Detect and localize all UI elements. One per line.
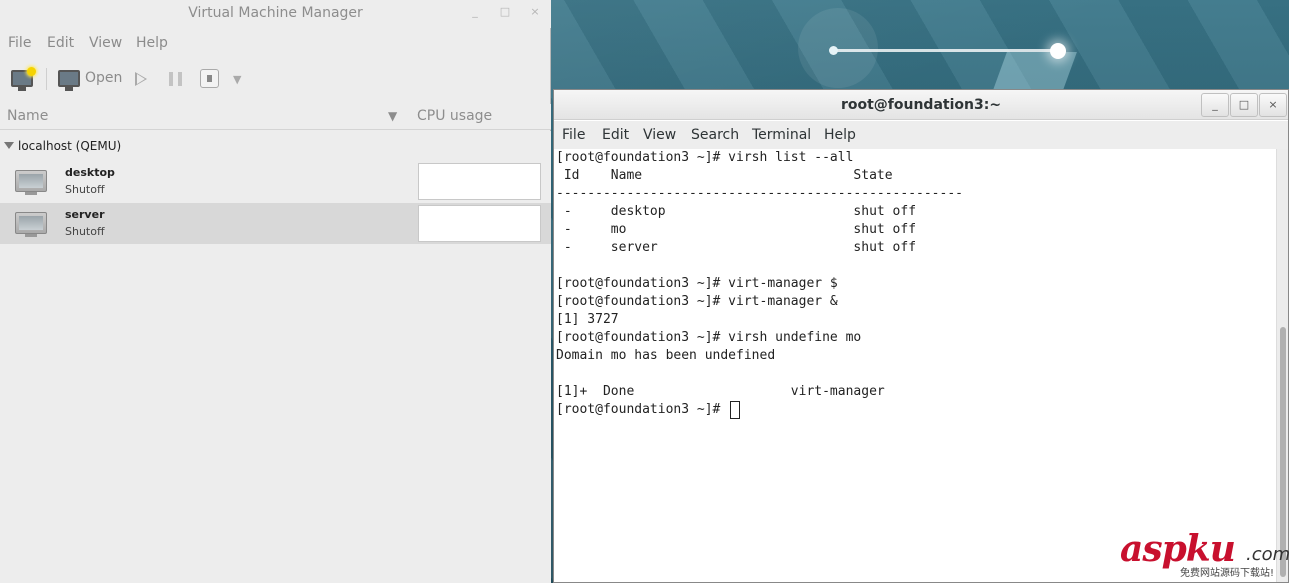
cpu-usage-graph <box>418 163 541 200</box>
vm-list: localhost (QEMU) desktop Shutoff server … <box>0 131 551 583</box>
terminal-line: - desktop shut off <box>556 204 917 219</box>
vm-monitor-icon <box>15 170 47 195</box>
vm-state: Shutoff <box>65 183 105 196</box>
menu-file[interactable]: File <box>8 35 31 51</box>
wallpaper-decoration <box>829 46 838 55</box>
minimize-button[interactable]: _ <box>467 5 483 18</box>
vm-state: Shutoff <box>65 225 105 238</box>
open-label: Open <box>85 70 123 86</box>
terminal-titlebar[interactable]: root@foundation3:~ _ □ × <box>554 90 1288 120</box>
terminal-line: - server shut off <box>556 240 917 255</box>
toolbar-separator <box>46 68 47 90</box>
connection-group[interactable]: localhost (QEMU) <box>0 135 551 157</box>
menu-view[interactable]: View <box>643 127 676 143</box>
vm-row-desktop[interactable]: desktop Shutoff <box>0 161 551 202</box>
chevron-down-icon[interactable]: ▼ <box>233 73 241 86</box>
expander-icon[interactable] <box>4 142 14 149</box>
monitor-icon <box>58 70 80 91</box>
wallpaper-decoration <box>798 8 878 88</box>
vm-name: desktop <box>65 166 115 179</box>
vmm-titlebar[interactable]: Virtual Machine Manager _ □ × <box>0 0 551 28</box>
terminal-line: Domain mo has been undefined <box>556 348 776 363</box>
column-cpu-usage[interactable]: CPU usage <box>417 108 492 124</box>
terminal-line: ----------------------------------------… <box>556 186 963 201</box>
terminal-output[interactable]: [root@foundation3 ~]# virsh list --all I… <box>554 149 1276 582</box>
vm-name: server <box>65 208 105 221</box>
pause-button[interactable] <box>169 72 182 86</box>
terminal-title: root@foundation3:~ <box>840 97 1002 113</box>
shutdown-button[interactable] <box>200 69 219 88</box>
watermark-suffix: .com <box>1246 544 1289 565</box>
terminal-scrollbar[interactable] <box>1276 149 1288 582</box>
terminal-menubar: File Edit View Search Terminal Help <box>554 121 1288 149</box>
column-name[interactable]: Name <box>7 108 48 124</box>
menu-view[interactable]: View <box>89 35 122 51</box>
vmm-window: Virtual Machine Manager _ □ × File Edit … <box>0 0 551 583</box>
wallpaper-decoration <box>1050 43 1066 59</box>
terminal-cursor <box>730 401 741 419</box>
watermark-subtitle: 免费网站源码下载站! <box>1180 568 1275 579</box>
wallpaper-decoration <box>993 52 1077 90</box>
terminal-prompt: [root@foundation3 ~]# <box>556 402 729 417</box>
star-icon <box>27 67 36 76</box>
menu-terminal[interactable]: Terminal <box>752 127 811 143</box>
close-button[interactable]: × <box>527 5 543 18</box>
terminal-line: Id Name State <box>556 168 893 183</box>
menu-search[interactable]: Search <box>691 127 739 143</box>
watermark-logo: aspku .com 免费网站源码下载站! <box>1120 528 1289 579</box>
maximize-button[interactable]: □ <box>497 5 513 18</box>
menu-edit[interactable]: Edit <box>47 35 74 51</box>
terminal-line: [root@foundation3 ~]# virsh list --all <box>556 150 854 165</box>
terminal-line: [1]+ Done virt-manager <box>556 384 885 399</box>
maximize-button[interactable]: □ <box>1230 93 1258 117</box>
connection-label: localhost (QEMU) <box>18 139 122 153</box>
terminal-prompt-line: [root@foundation3 ~]# <box>556 401 741 419</box>
cpu-usage-graph <box>418 205 541 242</box>
menu-help[interactable]: Help <box>824 127 856 143</box>
column-header: Name ▼ CPU usage <box>0 104 551 130</box>
terminal-line: [root@foundation3 ~]# virt-manager $ <box>556 276 838 291</box>
terminal-window: root@foundation3:~ _ □ × File Edit View … <box>553 89 1289 583</box>
vm-row-server[interactable]: server Shutoff <box>0 203 551 244</box>
vm-monitor-icon <box>15 212 47 237</box>
menu-file[interactable]: File <box>562 127 585 143</box>
menu-edit[interactable]: Edit <box>602 127 629 143</box>
menu-help[interactable]: Help <box>136 35 168 51</box>
chevron-down-icon[interactable]: ▼ <box>388 109 397 123</box>
minimize-button[interactable]: _ <box>1201 93 1229 117</box>
terminal-line: [1] 3727 <box>556 312 619 327</box>
terminal-line: - mo shut off <box>556 222 917 237</box>
vmm-menubar: File Edit View Help <box>0 32 551 56</box>
terminal-line: [root@foundation3 ~]# virsh undefine mo <box>556 330 862 345</box>
close-button[interactable]: × <box>1259 93 1287 117</box>
terminal-line: [root@foundation3 ~]# virt-manager & <box>556 294 838 309</box>
run-button[interactable] <box>135 72 147 86</box>
